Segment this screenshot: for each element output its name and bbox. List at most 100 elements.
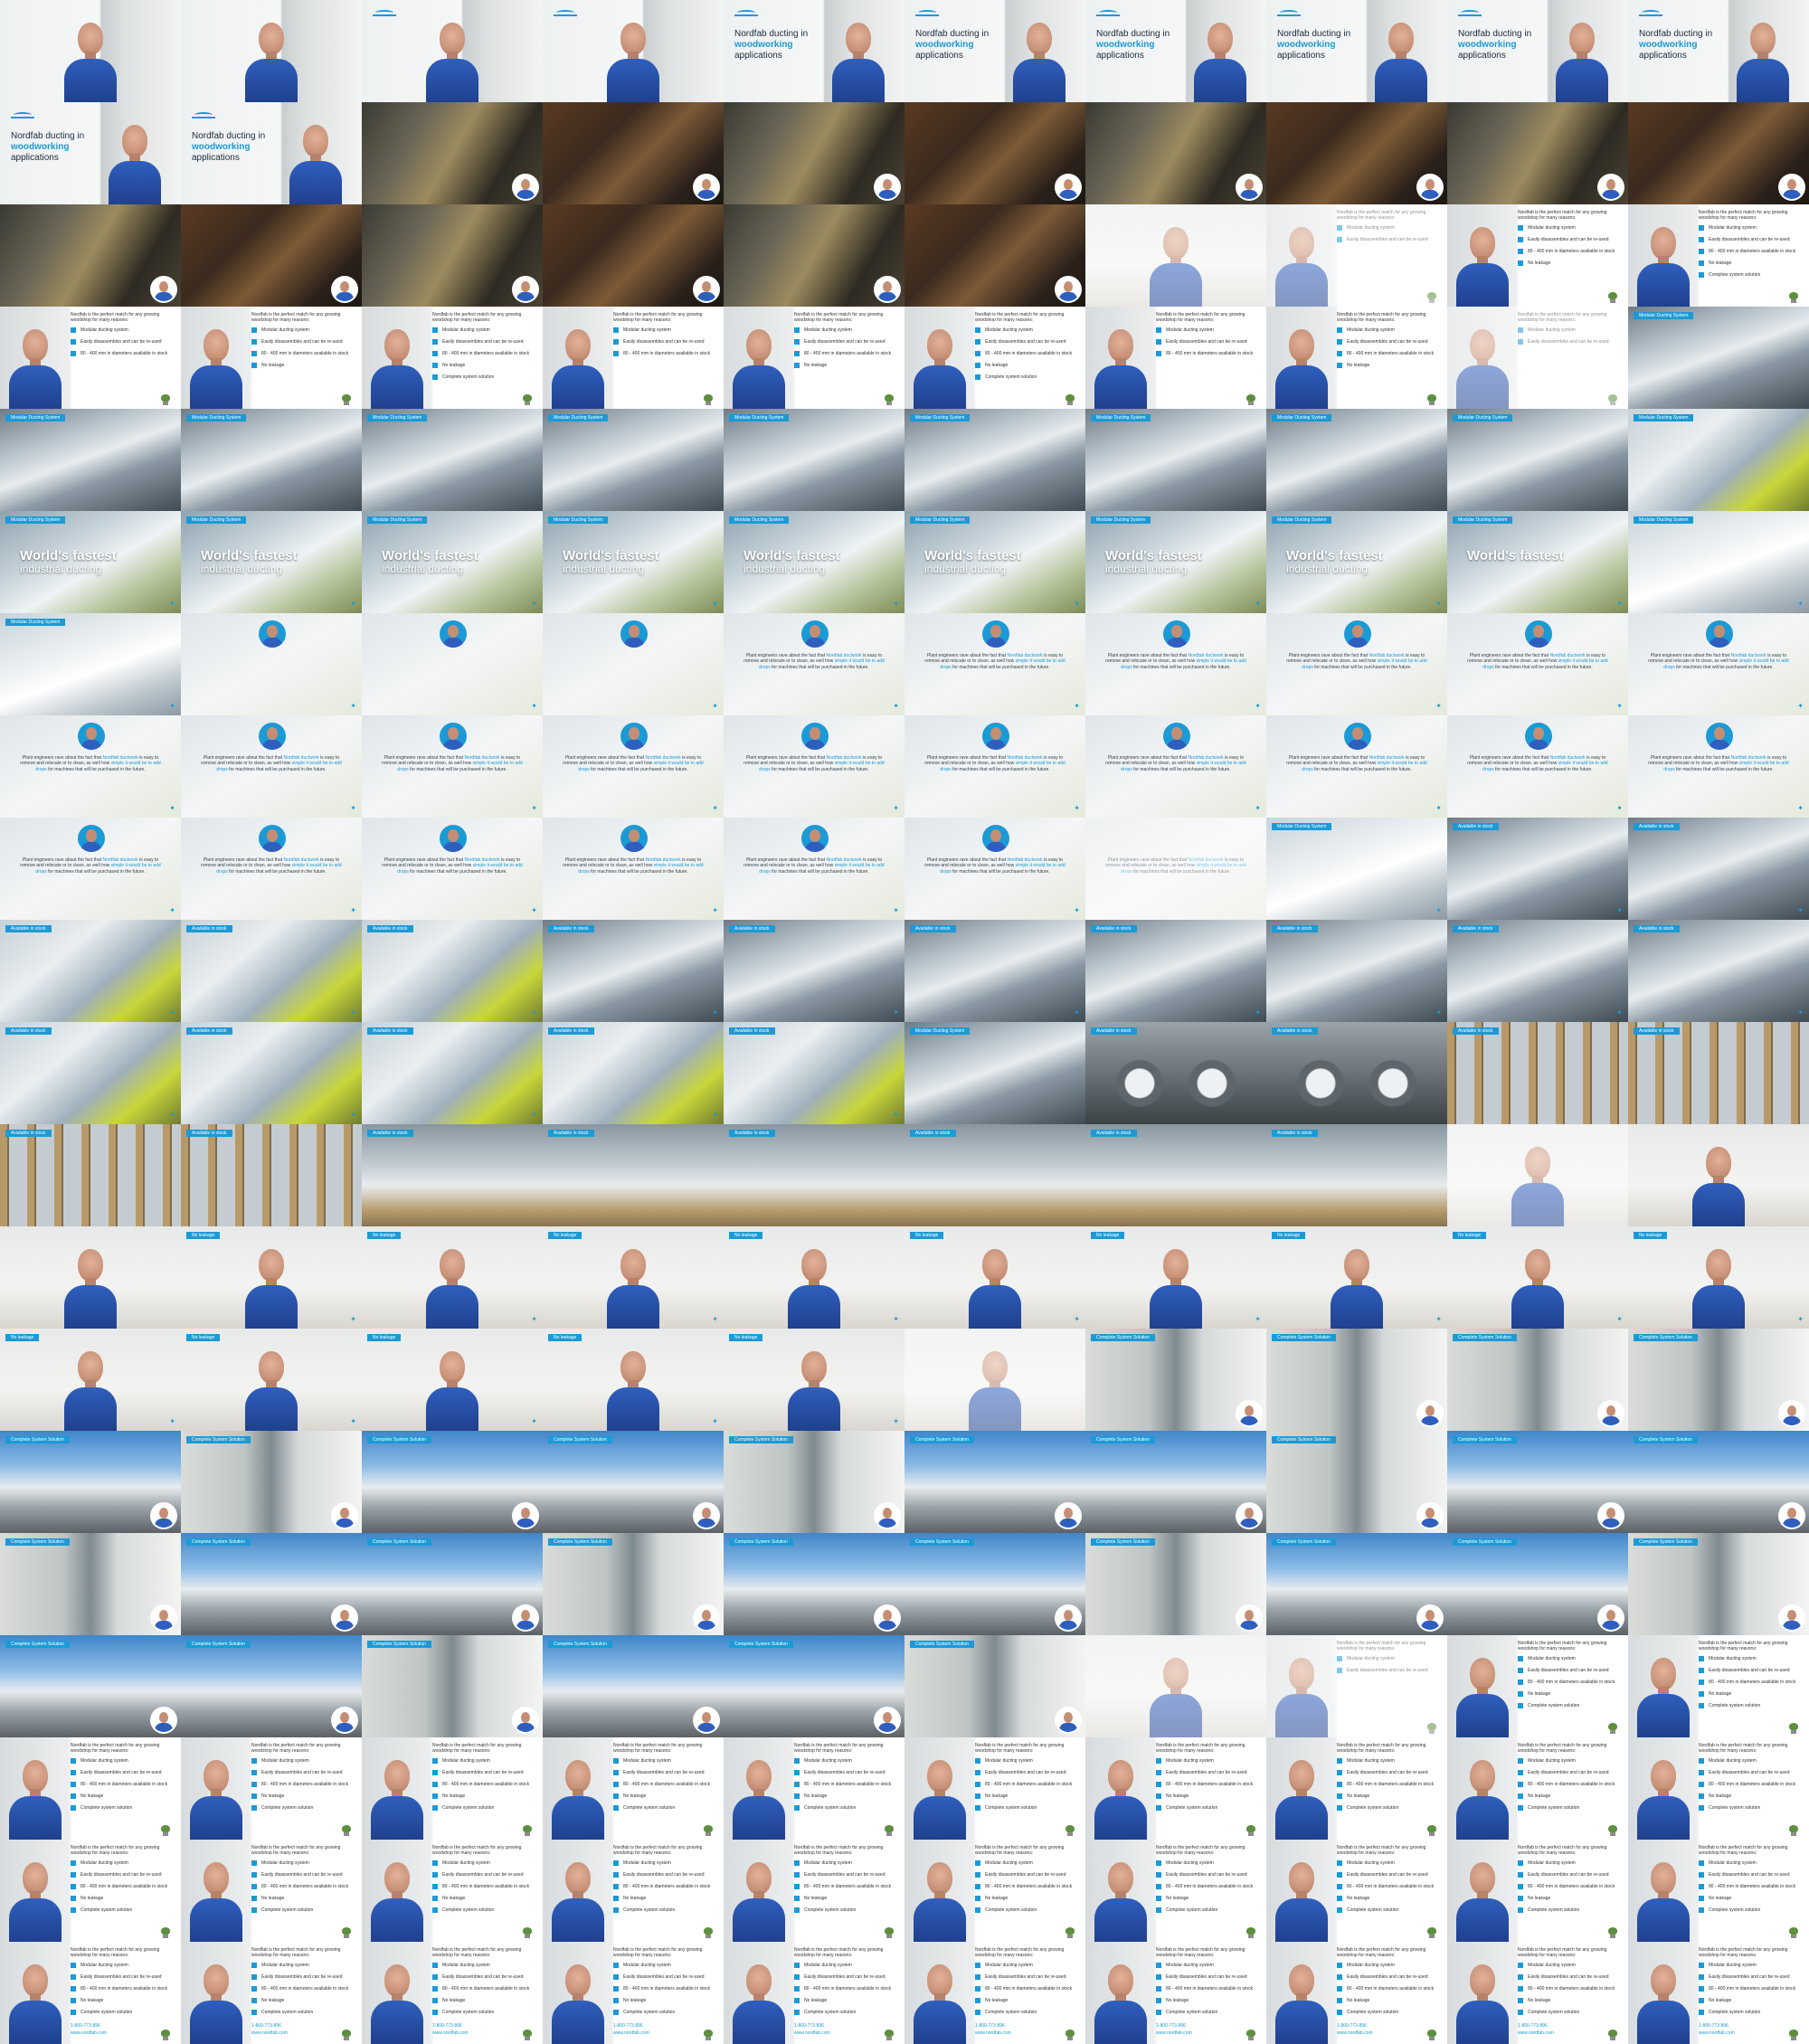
- checklist-panel: Nordfab is the perfect match for any gro…: [794, 1845, 901, 1919]
- quote-segment-0: Plant engineers rave about the fact that: [22, 755, 103, 761]
- corner-logo-icon: ✦: [350, 600, 356, 608]
- presenter-avatar-icon: [333, 1504, 356, 1528]
- plant-icon: [1425, 1927, 1438, 1938]
- presenter-shirt: [914, 1796, 966, 1840]
- check-box-icon: [975, 1998, 980, 2003]
- video-frame-27: [1085, 204, 1266, 307]
- checklist-item: Complete system solution: [1699, 272, 1805, 284]
- presenter-avatar-icon: [514, 1606, 537, 1630]
- video-frame-110: Available in stock: [1628, 1022, 1809, 1124]
- presenter-shirt: [1456, 263, 1509, 307]
- checklist-item: 80 - 400 mm in diameters available in st…: [71, 351, 177, 363]
- checklist-item: Complete system solution: [1699, 1907, 1805, 1919]
- check-box-icon: [975, 1974, 980, 1980]
- check-box-icon: [432, 1793, 438, 1799]
- presenter-shirt: [9, 1796, 62, 1840]
- checklist-item: Easily disassembles and can be re-used: [71, 339, 177, 351]
- quote-text: Plant engineers rave about the fact that…: [740, 755, 888, 772]
- check-box-icon: [975, 1907, 980, 1913]
- quote-text: Plant engineers rave about the fact that…: [1283, 755, 1431, 772]
- checklist-item-label-0: Modular ducting system: [1528, 225, 1576, 231]
- corner-logo-icon: ✦: [169, 600, 175, 608]
- check-box-icon: [794, 363, 800, 368]
- presenter-shirt: [9, 365, 62, 409]
- check-box-icon: [794, 1998, 800, 2003]
- section-tag: Modular Ducting System: [548, 516, 609, 524]
- presenter-avatar-icon: [695, 1504, 718, 1528]
- check-box-icon: [613, 1770, 619, 1775]
- headline-line-1: World's fastest: [1105, 548, 1202, 563]
- video-frame-96: Available in stock ✦: [904, 920, 1085, 1022]
- video-frame-192: Nordfab is the perfect match for any gro…: [181, 1942, 362, 2044]
- checklist-item-label-0: Modular ducting system: [1166, 1963, 1214, 1968]
- corner-logo-icon: ✦: [1074, 702, 1080, 710]
- checklist-item-label-3: No leakage: [1709, 1793, 1732, 1799]
- checklist-item: Modular ducting system: [613, 1758, 720, 1770]
- video-frame-73: Plant engineers rave about the fact that…: [362, 715, 543, 818]
- headline-line-2: industrial ducting: [924, 563, 1007, 575]
- section-tag: Available in stock: [367, 1130, 413, 1137]
- presenter-figure: [289, 116, 342, 204]
- checklist-item-label-3: No leakage: [261, 1998, 285, 2003]
- quote-text: Plant engineers rave about the fact that…: [16, 755, 165, 772]
- checklist-intro: Nordfab is the perfect match for any gro…: [71, 312, 160, 323]
- checklist-intro: Nordfab is the perfect match for any gro…: [1518, 1947, 1607, 1958]
- checklist-item: 80 - 400 mm in diameters available in st…: [613, 1986, 720, 1998]
- checklist-intro: Nordfab is the perfect match for any gro…: [432, 1743, 522, 1754]
- presenter-figure: [1150, 1240, 1202, 1329]
- checklist-item: Easily disassembles and can be re-used: [975, 1974, 1082, 1986]
- check-box-icon: [1156, 339, 1161, 345]
- checklist-item: No leakage: [1518, 1793, 1624, 1805]
- quote-segment-0: Plant engineers rave about the fact that: [1107, 653, 1189, 658]
- section-tag: Available in stock: [1634, 1027, 1680, 1035]
- check-box-icon: [1518, 1656, 1523, 1661]
- checklist-item: Complete system solution: [71, 1805, 177, 1817]
- checklist-item: Easily disassembles and can be re-used: [71, 1770, 177, 1782]
- logo-bar: [1639, 14, 1662, 16]
- presenter-avatar-icon: [876, 1708, 899, 1732]
- quote-text: Plant engineers rave about the fact that…: [559, 857, 707, 875]
- checklist-item: Modular ducting system: [251, 1963, 358, 1974]
- plant-icon: [340, 2030, 353, 2040]
- checklist-item: Complete system solution: [432, 2010, 539, 2021]
- video-frame-97: Available in stock ✦: [1085, 920, 1266, 1022]
- corner-logo-icon: ✦: [531, 1111, 537, 1119]
- checklist-item-label-4: Complete system solution: [81, 1907, 133, 1913]
- check-box-icon: [975, 327, 980, 333]
- checklist-item-label-3: No leakage: [1709, 1691, 1732, 1697]
- section-tag: Complete System Solution: [548, 1436, 612, 1443]
- checklist-item: Modular ducting system: [71, 1860, 177, 1872]
- checklist-item-label-1: Easily disassembles and can be re-used: [261, 1872, 343, 1878]
- plant-icon: [1064, 1825, 1076, 1836]
- checklist-item: Modular ducting system: [1699, 1963, 1805, 1974]
- section-tag: No leakage: [1634, 1232, 1668, 1239]
- presenter-avatar-icon: [1780, 1402, 1804, 1425]
- presenter-avatar-icon: [440, 825, 467, 852]
- checklist-item-label-2: 80 - 400 mm in diameters available in st…: [1709, 249, 1796, 254]
- video-frame-103: Available in stock ✦: [362, 1022, 543, 1124]
- section-tag: No leakage: [5, 1334, 40, 1341]
- video-frame-18: [1266, 102, 1447, 204]
- check-box-icon: [432, 351, 438, 356]
- check-box-icon: [794, 1770, 800, 1775]
- checklist-panel: Nordfab is the perfect match for any gro…: [794, 1743, 901, 1817]
- presenter-shirt: [1275, 1898, 1328, 1942]
- checklist-panel: Nordfab is the perfect match for any gro…: [613, 1743, 720, 1817]
- check-box-icon: [975, 1896, 980, 1901]
- headline: World's fastest industrial ducting: [743, 549, 840, 575]
- check-box-icon: [1518, 1668, 1523, 1673]
- presenter-head: [982, 1249, 1008, 1282]
- video-frame-32: Nordfab is the perfect match for any gro…: [181, 307, 362, 409]
- check-box-icon: [794, 1896, 800, 1901]
- section-tag: Modular Ducting System: [1634, 516, 1694, 524]
- check-box-icon: [1699, 1884, 1704, 1889]
- presenter-head: [1208, 23, 1233, 55]
- presenter-head: [565, 1760, 591, 1793]
- presenter-figure: [1194, 14, 1246, 102]
- quote-text: Plant engineers rave about the fact that…: [197, 857, 346, 875]
- headline-line-1: World's fastest: [924, 548, 1021, 563]
- check-box-icon: [613, 1963, 619, 1968]
- check-box-icon: [1699, 1860, 1704, 1866]
- intro-title-line-2: woodworking: [1096, 40, 1155, 50]
- checklist-item-label-3: No leakage: [985, 363, 1009, 368]
